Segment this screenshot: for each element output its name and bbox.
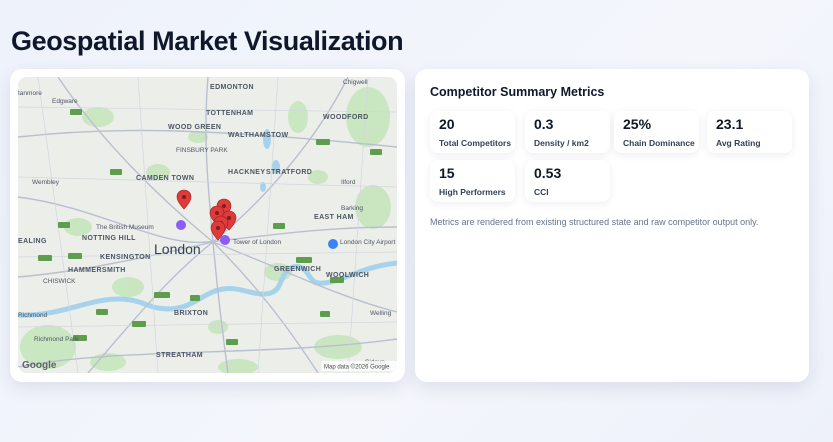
map-canvas[interactable]: EDMONTON Chigwell tanmore Edgware TOTTEN… [18, 77, 397, 373]
metric-tile-high-performers: 15 High Performers [430, 160, 515, 202]
map-label-richmond: Richmond [18, 312, 48, 319]
map-label-london: London [154, 241, 201, 257]
map-label-richmond-park: Richmond Park [34, 336, 79, 343]
map-label-kensington: KENSINGTON [100, 254, 151, 261]
metric-tile-avg-rating: 23.1 Avg Rating [707, 111, 792, 153]
map-label-greenwich: GREENWICH [274, 266, 321, 273]
map-label-wembley: Wembley [32, 179, 60, 186]
map-label-wood-green: WOOD GREEN [168, 124, 221, 131]
map-label-edmonton: EDMONTON [210, 84, 254, 91]
map-label-woodford: WOODFORD [323, 114, 369, 121]
metric-label: High Performers [439, 187, 506, 197]
map-label-brixton: BRIXTON [174, 310, 208, 317]
metric-tile-chain-dominance: 25% Chain Dominance [614, 111, 699, 153]
map-label-chigwell: Chigwell [343, 79, 368, 86]
metric-tiles: 20 Total Competitors 0.3 Density / km2 2… [430, 111, 794, 211]
metrics-title: Competitor Summary Metrics [430, 85, 605, 99]
map-label-barking: Barking [341, 205, 363, 212]
metric-value: 23.1 [716, 116, 744, 132]
map-label-stratford: STRATFORD [266, 169, 312, 176]
metrics-card: Competitor Summary Metrics 20 Total Comp… [415, 69, 809, 382]
map-card: EDMONTON Chigwell tanmore Edgware TOTTEN… [10, 69, 405, 382]
map-label-hammersmith: HAMMERSMITH [68, 267, 126, 274]
metric-value: 25% [623, 116, 652, 132]
metric-value: 0.3 [534, 116, 554, 132]
page-title: Geospatial Market Visualization [11, 26, 404, 56]
map-label-finsbury-park: FINSBURY PARK [176, 147, 228, 154]
map-label-ealing: EALING [18, 238, 47, 245]
map-label-notting-hill: NOTTING HILL [82, 235, 136, 242]
map-label-woolwich: WOOLWICH [326, 272, 369, 279]
map-label-streatham: STREATHAM [156, 352, 203, 359]
google-logo: Google [22, 360, 57, 371]
map-label-tower-of-london: Tower of London [233, 239, 281, 246]
metric-label: Total Competitors [439, 138, 512, 148]
map-attribution[interactable]: Map data ©2026 Google [324, 364, 390, 371]
map-label-stanmore: tanmore [18, 90, 42, 97]
metric-label: Chain Dominance [623, 138, 695, 148]
map-label-edgware: Edgware [52, 98, 78, 105]
metric-label: CCI [534, 187, 549, 197]
map-label-welling: Welling [370, 310, 392, 317]
map-label-east-ham: EAST HAM [314, 214, 354, 221]
map-label-london-city-airport: London City Airport [340, 239, 395, 246]
map-label-ilford: Ilford [341, 179, 356, 186]
map-label-walthamstow: WALTHAMSTOW [228, 132, 289, 139]
metrics-note: Metrics are rendered from existing struc… [430, 217, 759, 227]
airport-icon [328, 239, 338, 249]
metric-tile-density: 0.3 Density / km2 [525, 111, 610, 153]
metric-tile-total-competitors: 20 Total Competitors [430, 111, 515, 153]
metric-value: 0.53 [534, 165, 562, 181]
metric-value: 15 [439, 165, 455, 181]
metric-value: 20 [439, 116, 455, 132]
museum-icon [176, 220, 186, 230]
metric-label: Density / km2 [534, 138, 589, 148]
map-label-british-museum: The British Museum [96, 224, 154, 231]
map-label-chiswick: CHISWICK [43, 278, 76, 285]
map-view[interactable]: EDMONTON Chigwell tanmore Edgware TOTTEN… [18, 77, 397, 373]
map-label-camden-town: CAMDEN TOWN [136, 175, 194, 182]
map-label-tottenham: TOTTENHAM [206, 110, 253, 117]
metric-tile-cci: 0.53 CCI [525, 160, 610, 202]
map-label-hackney: HACKNEY [228, 169, 265, 176]
metric-label: Avg Rating [716, 138, 761, 148]
